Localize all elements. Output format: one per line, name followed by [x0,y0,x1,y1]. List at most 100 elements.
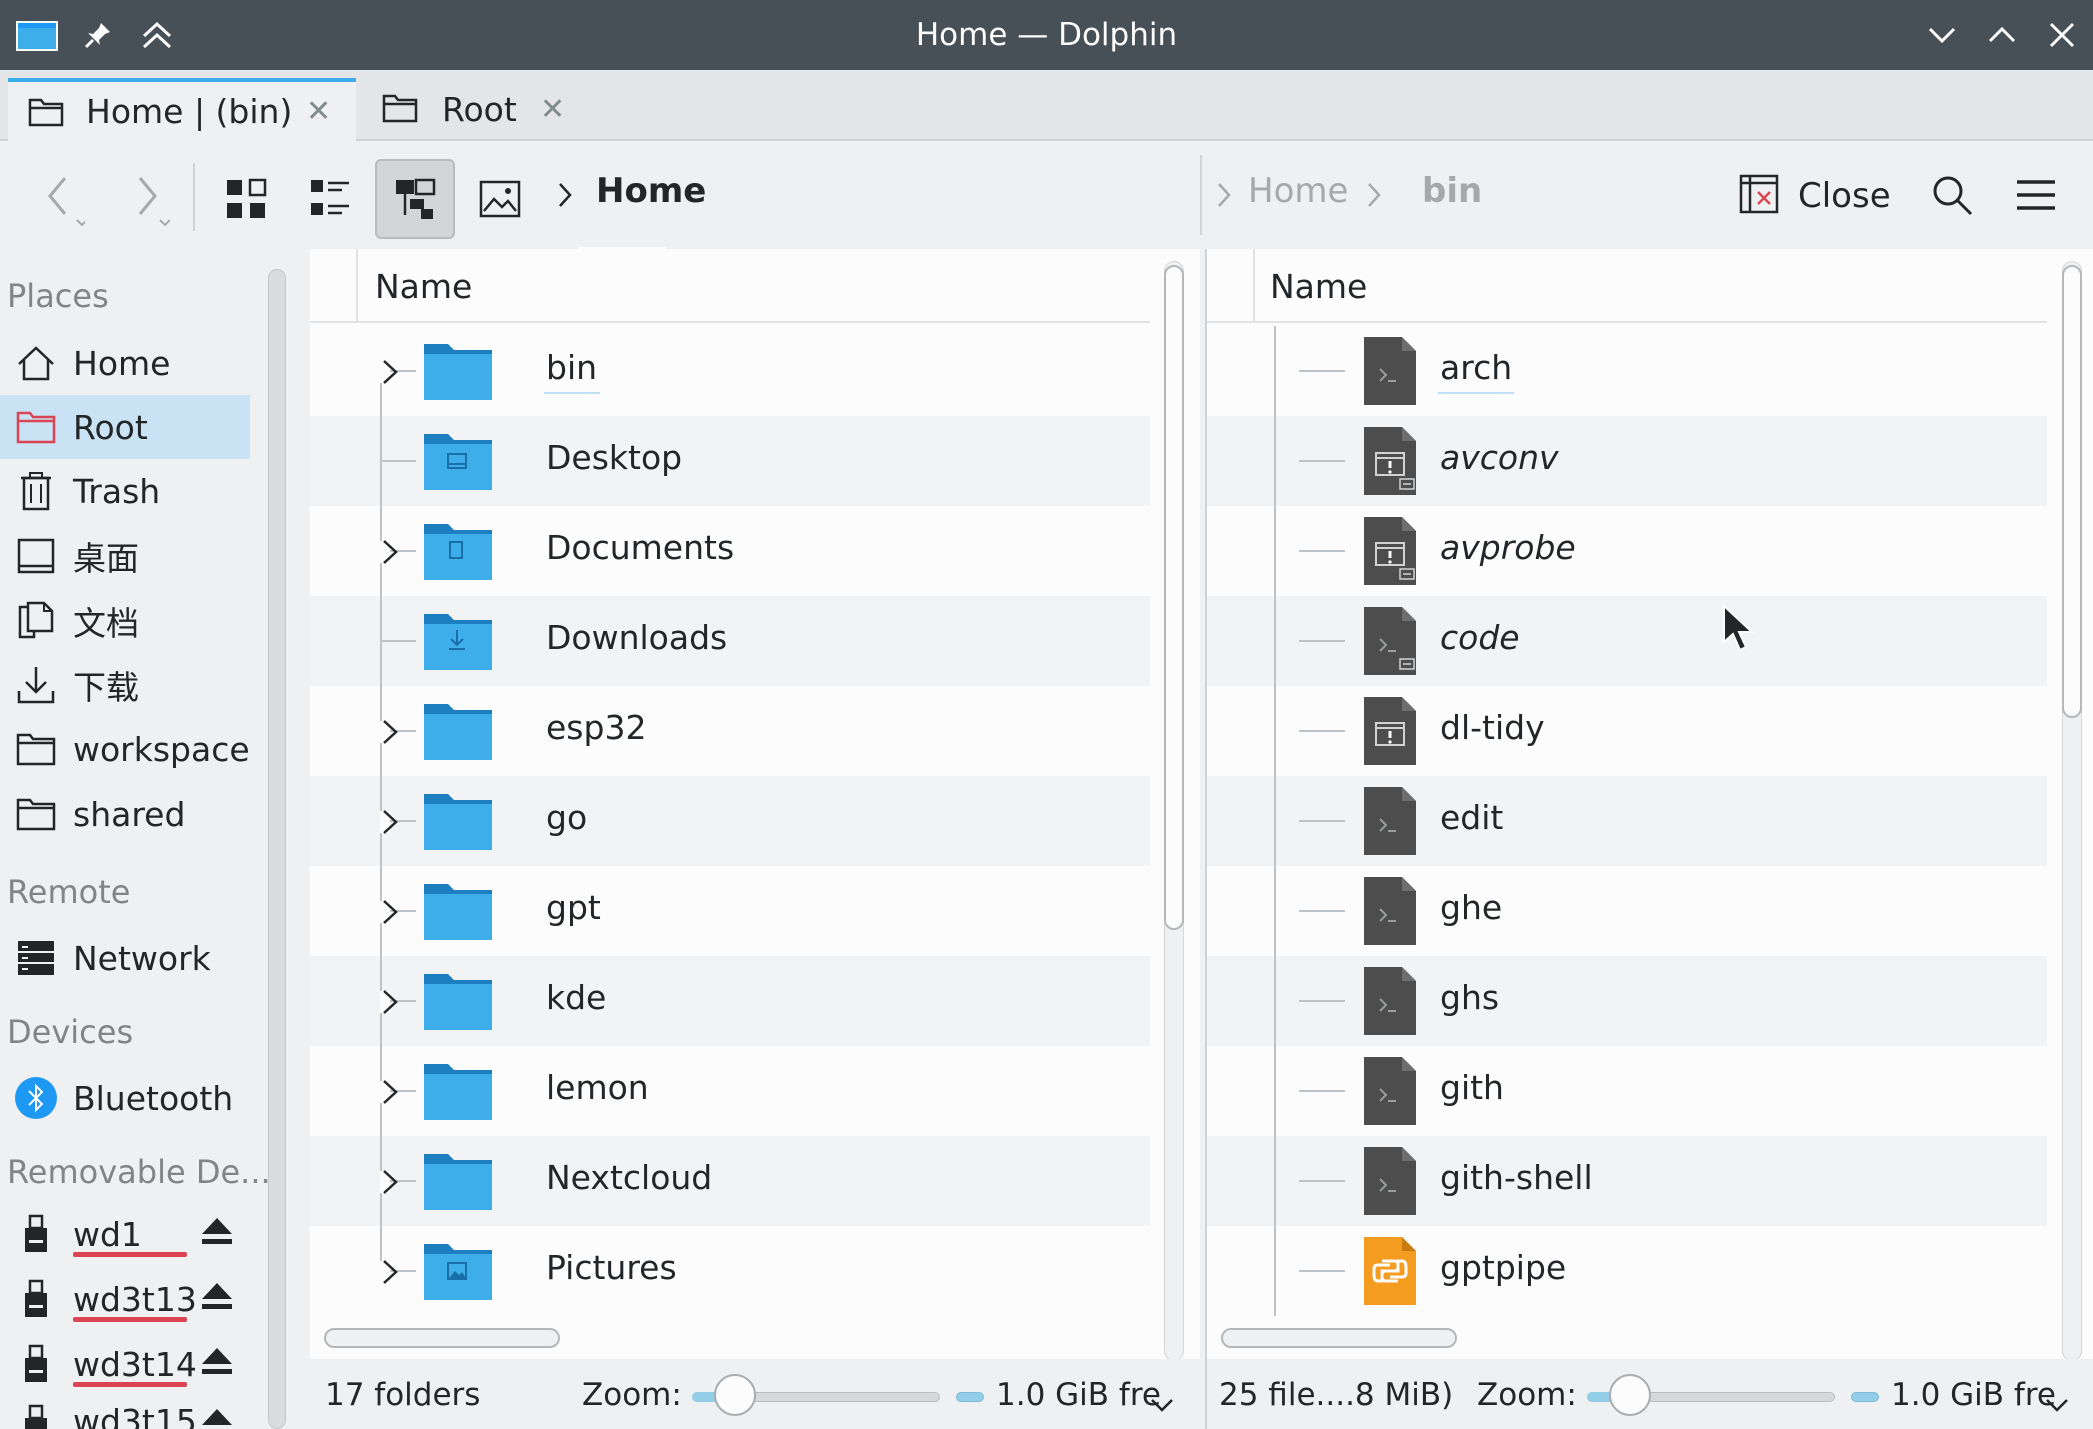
back-button[interactable] [30,163,90,233]
forward-button[interactable] [115,163,175,233]
left-view-pane[interactable]: Name bin Desktop Documents Downloads esp32 go… [310,249,1200,1429]
zoom-slider-handle[interactable] [714,1374,756,1416]
folder-row[interactable]: Downloads [310,596,1150,686]
breadcrumb-bin[interactable]: bin [1422,171,1482,211]
expand-chevron-icon[interactable] [380,1166,410,1196]
expand-chevron-icon[interactable] [380,536,410,566]
column-header[interactable]: Name [310,249,1150,323]
sidebar-scrollbar[interactable] [268,269,286,1429]
horizontal-scrollbar[interactable] [1221,1328,1457,1348]
minimize-icon[interactable] [1922,15,1962,55]
folder-row[interactable]: bin [310,326,1150,461]
item-name: bin [546,348,598,387]
file-row[interactable]: avprobe [1207,506,2047,596]
file-row[interactable]: dl-tidy [1207,686,2047,776]
horizontal-scrollbar[interactable] [324,1328,560,1348]
expand-chevron-icon[interactable] [380,986,410,1016]
icons-view-button[interactable] [206,159,286,239]
sidebar-item-label: Trash [73,471,161,511]
details-view-button[interactable] [375,159,455,239]
folder-icon [422,788,494,860]
sidebar-item-trash[interactable]: Trash [0,459,250,523]
folder-row[interactable]: lemon [310,1046,1150,1136]
chevron-down-icon[interactable] [2045,1385,2069,1421]
file-row[interactable]: gith-shell [1207,1136,2047,1226]
search-icon[interactable] [1926,169,1978,221]
usb-drive-icon [14,1212,58,1256]
expand-chevron-icon[interactable] [380,896,410,926]
file-row[interactable]: code [1207,596,2047,686]
zoom-slider-handle[interactable] [1609,1374,1651,1416]
folder-row[interactable]: esp32 [310,686,1150,776]
tree-line [1299,460,1345,462]
breadcrumb-home[interactable]: Home [596,171,706,211]
sidebar-item-workspace[interactable]: workspace [0,717,250,781]
sidebar-item-network[interactable]: Network [0,926,250,990]
expand-chevron-icon[interactable] [380,1256,410,1286]
right-view-pane[interactable]: Name arch avconv avprobe code dl-tidy edit ghe… [1205,249,2093,1429]
folder-row[interactable]: Documents [310,506,1150,596]
sidebar-item-home[interactable]: Home [0,331,250,395]
tab-close-icon[interactable]: ✕ [306,94,331,129]
window-title: Home — Dolphin [915,17,1178,53]
focus-underline [544,392,600,394]
column-divider [356,249,358,323]
sidebar-item-downloads[interactable]: 下载 [0,653,250,717]
eject-icon[interactable] [200,1406,234,1429]
file-row[interactable]: avconv [1207,416,2047,506]
tab-home-bin[interactable]: Home | (bin) ✕ [8,78,356,141]
free-space-label[interactable]: 1.0 GiB fre [1891,1377,2056,1413]
expand-chevron-icon[interactable] [380,806,410,836]
close-split-button[interactable]: Close [1738,171,1938,221]
breadcrumb-home[interactable]: Home [1248,171,1348,211]
maximize-icon[interactable] [1982,15,2022,55]
file-row[interactable]: ghe [1207,866,2047,956]
folder-row[interactable]: Desktop [310,416,1150,506]
column-header[interactable]: Name [1207,249,2047,323]
sidebar-item-documents[interactable]: 文档 [0,589,250,653]
title-bar[interactable]: Home — Dolphin [0,0,2093,70]
tree-line [1274,416,1276,506]
compact-view-button[interactable] [290,159,370,239]
hamburger-menu-icon[interactable] [2010,169,2062,221]
preview-toggle-button[interactable] [460,159,540,239]
expand-chevron-icon[interactable] [380,356,410,386]
eject-icon[interactable] [200,1280,234,1319]
sidebar-item-label: shared [73,794,186,834]
folder-row[interactable]: kde [310,956,1150,1046]
sidebar-item-desktop[interactable]: 桌面 [0,524,250,588]
item-name: ghe [1440,888,1503,927]
file-row[interactable]: gith [1207,1046,2047,1136]
file-row[interactable]: arch [1207,326,2047,416]
vertical-scrollbar-handle[interactable] [2062,265,2082,718]
sidebar-item-root[interactable]: Root [0,395,250,459]
file-row[interactable]: gptpipe [1207,1226,2047,1316]
places-panel: Places Home Root Trash 桌面 文档 下载 workspac… [0,249,296,1429]
folder-row[interactable]: Pictures [310,1226,1150,1316]
chevron-down-icon[interactable] [1150,1385,1174,1421]
tab-close-icon[interactable]: ✕ [540,92,565,127]
sidebar-item-wd3t15[interactable]: wd3t15 [0,1392,250,1429]
eject-icon[interactable] [200,1345,234,1384]
eject-icon[interactable] [200,1215,234,1254]
vertical-scrollbar-handle[interactable] [1164,265,1184,930]
free-space-label[interactable]: 1.0 GiB fre [996,1377,1161,1413]
usage-bar [73,1317,187,1322]
folder-row[interactable]: gpt [310,866,1150,956]
tree-line [1299,1090,1345,1092]
tab-root[interactable]: Root ✕ [360,78,590,141]
folder-row[interactable]: Nextcloud [310,1136,1150,1226]
close-window-icon[interactable] [2042,15,2082,55]
sidebar-item-shared[interactable]: shared [0,782,250,846]
pictures-folder-icon [422,1238,494,1310]
breadcrumb-chevron-icon [552,177,578,213]
expand-chevron-icon[interactable] [380,1076,410,1106]
sidebar-item-bluetooth[interactable]: Bluetooth [0,1066,250,1130]
item-name: esp32 [546,708,647,747]
expand-chevron-icon[interactable] [380,716,410,746]
item-name: gith-shell [1440,1158,1593,1197]
file-row[interactable]: ghs [1207,956,2047,1046]
file-row[interactable]: edit [1207,776,2047,866]
folder-row[interactable]: go [310,776,1150,866]
split-separator [1200,155,1202,235]
